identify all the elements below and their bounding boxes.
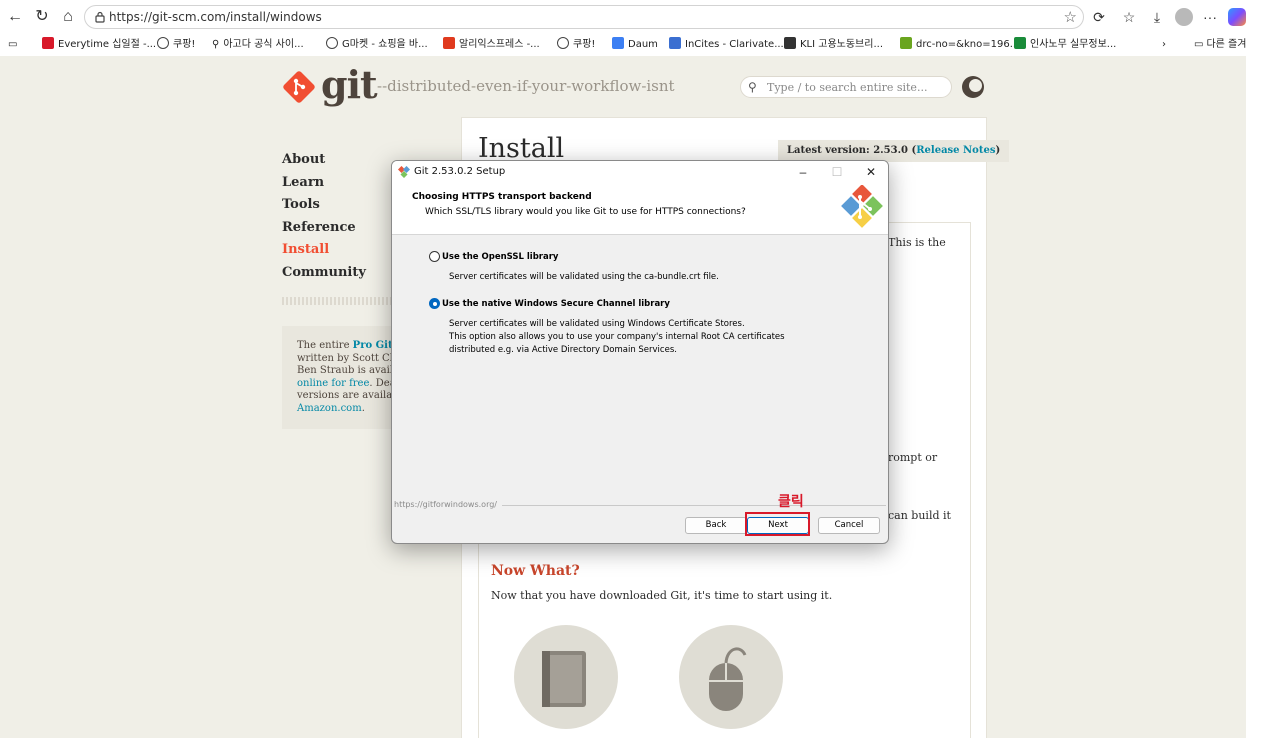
mouse-icon-circle[interactable] [679, 625, 783, 729]
chevron-right-icon[interactable]: › [1162, 37, 1166, 53]
book-icon [542, 651, 586, 707]
dark-mode-toggle-icon[interactable] [962, 76, 984, 98]
favorites-icon[interactable]: ☆ [1120, 8, 1138, 26]
nav-learn[interactable]: Learn [282, 175, 366, 198]
bookmark-item[interactable]: G마켓 - 쇼핑을 바... [326, 37, 428, 53]
nav-about[interactable]: About [282, 152, 366, 175]
bookmark-item[interactable]: Daum [612, 37, 658, 53]
downloads-icon[interactable]: ⤓ [1148, 8, 1166, 26]
schannel-label[interactable]: Use the native Windows Secure Channel li… [442, 299, 670, 309]
schannel-description-line: distributed e.g. via Active Directory Do… [449, 345, 677, 355]
close-icon[interactable]: ✕ [854, 161, 888, 183]
openssl-description: Server certificates will be validated us… [449, 272, 719, 282]
pro-git-link[interactable]: Pro Git bo [353, 340, 394, 351]
next-button-highlight [745, 512, 810, 536]
gitforwindows-url: https://gitforwindows.org/ [394, 500, 497, 509]
latest-version-badge: Latest version: 2.53.0 (Release Notes) [778, 140, 1010, 162]
search-icon: ⚲ [748, 80, 757, 94]
search-icon: ⚲ [212, 39, 220, 50]
profile-avatar[interactable] [1175, 8, 1193, 26]
back-button[interactable]: Back [685, 517, 747, 534]
text-fragment: This is the [888, 236, 946, 249]
dialog-title: Git 2.53.0.2 Setup [414, 166, 506, 177]
schannel-description-line: Server certificates will be validated us… [449, 319, 745, 329]
schannel-description-line: This option also allows you to use your … [449, 332, 785, 342]
now-what-heading: Now What? [491, 563, 580, 579]
git-for-windows-logo-icon [841, 185, 883, 228]
bookmark-item[interactable]: 쿠팡! [157, 37, 195, 53]
home-icon[interactable]: ⌂ [58, 7, 78, 27]
nav-reference[interactable]: Reference [282, 220, 366, 243]
dialog-header: Choosing HTTPS transport backend Which S… [392, 183, 888, 235]
click-annotation: 클릭 [778, 494, 804, 510]
page-scrollbar[interactable] [1246, 56, 1280, 738]
bookmark-item[interactable]: 인사노무 실무정보... [1014, 37, 1116, 53]
maximize-icon: ☐ [831, 165, 843, 179]
release-notes-link[interactable]: Release Notes [916, 145, 995, 156]
online-free-link[interactable]: online for free [297, 378, 369, 389]
amazon-link[interactable]: Amazon.com [297, 403, 362, 414]
pro-git-callout: The entire Pro Git bo written by Scott C… [282, 326, 394, 429]
git-logo-icon[interactable] [282, 70, 316, 104]
site-favicon-icon [443, 37, 455, 49]
git-setup-icon [398, 166, 410, 178]
bookmark-item[interactable]: KLI 고용노동브리... [784, 37, 883, 53]
url-text: https://git-scm.com/install/windows [109, 10, 322, 24]
openssl-radio[interactable] [429, 251, 440, 262]
dialog-body: Use the OpenSSL library Server certifica… [392, 236, 888, 506]
schannel-radio[interactable] [429, 298, 440, 309]
site-favicon-icon [42, 37, 54, 49]
nav-tools[interactable]: Tools [282, 197, 366, 220]
bookmarks-bar: ▭ Everytime 십일절 -... 쿠팡! ⚲ 아고다 공식 사이... G… [0, 34, 1280, 56]
browser-toolbar: ← ↻ ⌂ https://git-scm.com/install/window… [0, 0, 1280, 34]
address-bar[interactable]: https://git-scm.com/install/windows ☆ [84, 5, 1084, 29]
now-what-text: Now that you have downloaded Git, it's t… [491, 589, 833, 602]
minimize-icon[interactable]: – [786, 161, 820, 183]
site-favicon-icon [669, 37, 681, 49]
bookmark-item[interactable]: ⚲ 아고다 공식 사이... [212, 37, 304, 53]
cancel-button[interactable]: Cancel [818, 517, 880, 534]
search-placeholder: Type / to search entire site... [767, 81, 928, 94]
text-fragment: rompt or [888, 451, 938, 464]
more-menu-icon[interactable]: ··· [1201, 8, 1219, 26]
nav-community[interactable]: Community [282, 265, 366, 288]
bookmark-item[interactable]: 알리익스프레스 -... [443, 37, 540, 53]
site-logo-text[interactable]: git [321, 62, 378, 107]
site-favicon-icon [900, 37, 912, 49]
openssl-label[interactable]: Use the OpenSSL library [442, 252, 558, 262]
footer-divider [502, 505, 886, 506]
extensions-icon[interactable]: ⟳ [1090, 8, 1108, 26]
globe-icon [326, 37, 338, 49]
other-favorites-folder[interactable]: ▭ 다른 즐겨 [1194, 37, 1246, 53]
back-arrow-icon[interactable]: ← [5, 7, 25, 27]
refresh-icon[interactable]: ↻ [32, 7, 52, 27]
globe-icon [557, 37, 569, 49]
globe-icon [157, 37, 169, 49]
sidebar-divider [282, 297, 392, 305]
site-search-input[interactable]: ⚲ Type / to search entire site... [740, 76, 952, 98]
reading-list-icon[interactable]: ▭ [8, 37, 17, 53]
dialog-titlebar[interactable]: Git 2.53.0.2 Setup – ☐ ✕ [392, 161, 888, 183]
nav-install[interactable]: Install [282, 242, 366, 265]
favorite-star-icon[interactable]: ☆ [1064, 8, 1077, 26]
mouse-icon [709, 647, 747, 711]
site-favicon-icon [612, 37, 624, 49]
folder-icon: ▭ [1194, 39, 1204, 50]
dialog-heading: Choosing HTTPS transport backend [412, 192, 592, 202]
lock-icon [95, 11, 105, 23]
copilot-icon[interactable] [1228, 8, 1246, 26]
site-sidebar-nav: About Learn Tools Reference Install Comm… [282, 152, 366, 287]
site-favicon-icon [784, 37, 796, 49]
site-favicon-icon [1014, 37, 1026, 49]
text-fragment: can build it [888, 509, 951, 522]
site-tagline: --distributed-even-if-your-workflow-isnt [377, 77, 675, 95]
book-icon-circle[interactable] [514, 625, 618, 729]
bookmark-item[interactable]: 쿠팡! [557, 37, 595, 53]
dialog-subheading: Which SSL/TLS library would you like Git… [425, 207, 746, 217]
bookmark-item[interactable]: drc-no=&kno=196... [900, 37, 1019, 53]
bookmark-item[interactable]: Everytime 십일절 -... [42, 37, 156, 53]
bookmark-item[interactable]: InCites - Clarivate... [669, 37, 784, 53]
git-setup-dialog: Git 2.53.0.2 Setup – ☐ ✕ Choosing HTTPS … [391, 160, 889, 544]
